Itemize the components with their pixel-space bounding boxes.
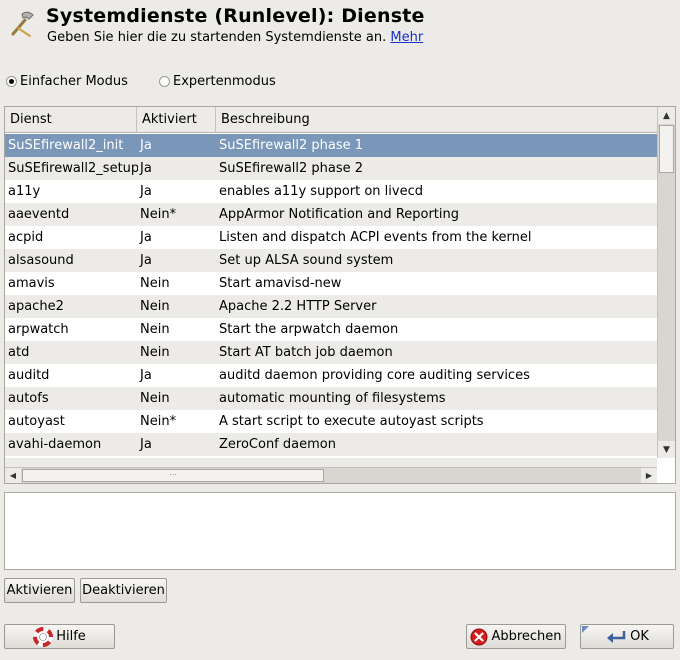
column-header-description[interactable]: Beschreibung: [216, 107, 657, 133]
table-row[interactable]: atd Nein Start AT batch job daemon: [5, 341, 657, 364]
service-cell: atd: [8, 345, 30, 360]
table-row[interactable]: autoyast Nein* A start script to execute a…: [5, 410, 657, 433]
table-header: Dienst Aktiviert Beschreibung: [5, 107, 657, 133]
enabled-cell: Ja: [140, 368, 152, 383]
description-cell: Listen and dispatch ACPI events from the…: [219, 230, 532, 245]
help-label: Hilfe: [56, 629, 86, 644]
table-row[interactable]: a11y Ja enables a11y support on livecd: [5, 180, 657, 203]
tools-icon: [8, 8, 36, 38]
description-cell: SuSEfirewall2 phase 1: [219, 138, 364, 153]
more-link[interactable]: Mehr: [390, 30, 423, 45]
scroll-down-icon[interactable]: ▼: [658, 441, 675, 458]
radio-indicator-on: [6, 75, 17, 87]
lifebuoy-icon: [33, 626, 54, 647]
simple-mode-label: Einfacher Modus: [20, 73, 128, 89]
enabled-cell: Ja: [140, 184, 152, 199]
enabled-cell: Nein: [140, 391, 170, 406]
table-row-partial: [5, 458, 657, 467]
table-row[interactable]: auditd Ja auditd daemon providing core aud…: [5, 364, 657, 387]
service-cell: autofs: [8, 391, 49, 406]
page-title: Systemdienste (Runlevel): Dienste: [46, 5, 425, 27]
description-cell: ZeroConf daemon: [219, 437, 336, 452]
service-cell: aaeventd: [8, 207, 70, 222]
radio-indicator-off: [159, 75, 170, 87]
service-cell: autoyast: [8, 414, 65, 429]
table-row[interactable]: avahi-daemon Ja ZeroConf daemon: [5, 433, 657, 456]
service-cell: auditd: [8, 368, 50, 383]
scroll-left-icon[interactable]: ◀: [5, 468, 21, 483]
description-cell: AppArmor Notification and Reporting: [219, 207, 460, 222]
ok-button[interactable]: OK: [580, 624, 674, 649]
activate-button[interactable]: Aktivieren: [4, 578, 75, 603]
deactivate-button[interactable]: Deaktivieren: [80, 578, 167, 603]
enabled-cell: Ja: [140, 253, 152, 268]
table-row[interactable]: SuSEfirewall2_init Ja SuSEfirewall2 phase …: [5, 134, 657, 157]
description-cell: auditd daemon providing core auditing se…: [219, 368, 530, 383]
column-header-enabled[interactable]: Aktiviert: [137, 107, 216, 133]
description-cell: A start script to execute autoyast scrip…: [219, 414, 484, 429]
page-subtitle: Geben Sie hier die zu startenden Systemd…: [47, 30, 423, 45]
vertical-scroll-thumb[interactable]: [659, 125, 674, 173]
enter-arrow-icon: [605, 629, 627, 645]
scroll-up-icon[interactable]: ▲: [658, 107, 675, 124]
description-box: [4, 492, 676, 570]
deactivate-label: Deaktivieren: [82, 583, 165, 598]
table-row[interactable]: amavis Nein Start amavisd-new: [5, 272, 657, 295]
enabled-cell: Nein: [140, 299, 170, 314]
subtitle-text: Geben Sie hier die zu startenden Systemd…: [47, 30, 387, 45]
table-row[interactable]: aaeventd Nein* AppArmor Notification and R…: [5, 203, 657, 226]
description-cell: Start amavisd-new: [219, 276, 342, 291]
cancel-icon: [470, 628, 488, 646]
service-cell: acpid: [8, 230, 44, 245]
table-row[interactable]: acpid Ja Listen and dispatch ACPI events f…: [5, 226, 657, 249]
horizontal-scrollbar[interactable]: ◀ ⋯ ▶: [5, 467, 657, 483]
service-cell: amavis: [8, 276, 55, 291]
table-row[interactable]: arpwatch Nein Start the arpwatch daemon: [5, 318, 657, 341]
description-cell: SuSEfirewall2 phase 2: [219, 161, 364, 176]
expert-mode-radio[interactable]: Expertenmodus: [159, 72, 276, 90]
enabled-cell: Ja: [140, 138, 152, 153]
description-cell: Set up ALSA sound system: [219, 253, 394, 268]
enabled-cell: Nein: [140, 322, 170, 337]
service-cell: alsasound: [8, 253, 74, 268]
column-header-service[interactable]: Dienst: [5, 107, 137, 133]
help-button[interactable]: Hilfe: [4, 624, 115, 649]
cancel-label: Abbrechen: [491, 629, 562, 644]
simple-mode-radio[interactable]: Einfacher Modus: [6, 72, 128, 90]
enabled-cell: Nein*: [140, 207, 177, 222]
enabled-cell: Ja: [140, 230, 152, 245]
scroll-right-icon[interactable]: ▶: [641, 468, 657, 483]
default-button-marker: [582, 626, 589, 633]
service-cell: apache2: [8, 299, 64, 314]
service-cell: SuSEfirewall2_init: [8, 138, 124, 153]
service-cell: arpwatch: [8, 322, 69, 337]
horizontal-scroll-thumb[interactable]: ⋯: [22, 469, 324, 482]
description-cell: automatic mounting of filesystems: [219, 391, 446, 406]
enabled-cell: Nein: [140, 276, 170, 291]
description-cell: Start the arpwatch daemon: [219, 322, 399, 337]
description-cell: Start AT batch job daemon: [219, 345, 393, 360]
mode-selector: Einfacher Modus Expertenmodus: [0, 72, 680, 92]
description-cell: Apache 2.2 HTTP Server: [219, 299, 377, 314]
dialog-header: Systemdienste (Runlevel): Dienste Geben …: [0, 0, 680, 50]
description-cell: enables a11y support on livecd: [219, 184, 423, 199]
cancel-button[interactable]: Abbrechen: [466, 624, 566, 649]
services-table: Dienst Aktiviert Beschreibung SuSEfirewa…: [4, 106, 676, 484]
table-body: SuSEfirewall2_init Ja SuSEfirewall2 phase …: [5, 134, 657, 458]
table-row[interactable]: alsasound Ja Set up ALSA sound system: [5, 249, 657, 272]
enabled-cell: Ja: [140, 161, 152, 176]
table-row[interactable]: apache2 Nein Apache 2.2 HTTP Server: [5, 295, 657, 318]
enabled-cell: Nein: [140, 345, 170, 360]
table-row[interactable]: autofs Nein automatic mounting of filesyst…: [5, 387, 657, 410]
vertical-scrollbar[interactable]: ▲ ▼: [657, 107, 675, 458]
expert-mode-label: Expertenmodus: [173, 73, 276, 89]
service-cell: a11y: [8, 184, 41, 199]
service-cell: SuSEfirewall2_setup: [8, 161, 138, 176]
activate-label: Aktivieren: [6, 583, 73, 598]
enabled-cell: Ja: [140, 437, 152, 452]
table-row[interactable]: SuSEfirewall2_setup Ja SuSEfirewall2 phase…: [5, 157, 657, 180]
service-cell: avahi-daemon: [8, 437, 102, 452]
enabled-cell: Nein*: [140, 414, 177, 429]
ok-label: OK: [630, 629, 649, 644]
